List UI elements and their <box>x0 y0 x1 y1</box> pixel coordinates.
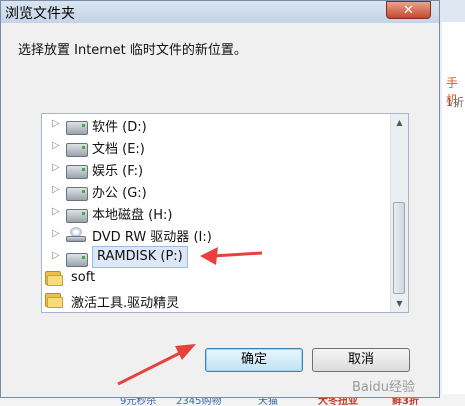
expand-arrow-icon[interactable]: ▷ <box>52 250 60 261</box>
background-text: 1折 <box>446 96 464 109</box>
tree-item-label: DVD RW 驱动器 (I:) <box>92 230 212 245</box>
tree-item-folder-tools[interactable]: 激活工具.驱动精灵 <box>42 290 392 312</box>
drive-icon <box>66 143 88 157</box>
tree-item-drive-f[interactable]: ▷ 娱乐 (F:) <box>42 158 392 180</box>
folder-icon <box>45 293 67 308</box>
scrollbar-thumb[interactable] <box>393 202 405 294</box>
title-bar[interactable]: 浏览文件夹 ✕ <box>1 1 439 23</box>
tree-item-label: 娱乐 (F:) <box>92 164 144 179</box>
dialog-description: 选择放置 Internet 临时文件的新位置。 <box>18 43 247 58</box>
tree-item-drive-i[interactable]: ▷ DVD RW 驱动器 (I:) <box>42 224 392 246</box>
drive-icon <box>66 165 88 179</box>
expand-arrow-icon[interactable]: ▷ <box>52 118 60 129</box>
tree-item-label: 激活工具.驱动精灵 <box>71 296 180 311</box>
close-button[interactable]: ✕ <box>386 1 431 19</box>
browse-folder-dialog: 浏览文件夹 ✕ 选择放置 Internet 临时文件的新位置。 ▷ 软件 (D:… <box>0 0 440 398</box>
vertical-scrollbar[interactable]: ▲ ▼ <box>390 114 408 312</box>
tree-item-label: 文档 (E:) <box>92 142 145 157</box>
tree-item-folder-soft[interactable]: soft <box>42 268 392 290</box>
dialog-title: 浏览文件夹 <box>5 6 75 22</box>
dvd-drive-icon <box>66 227 88 242</box>
drive-icon <box>66 253 88 267</box>
tree-item-drive-d[interactable]: ▷ 软件 (D:) <box>42 114 392 136</box>
tree-item-drive-g[interactable]: ▷ 办公 (G:) <box>42 180 392 202</box>
drive-icon <box>66 121 88 135</box>
watermark-logo: Baidu经验 <box>352 380 415 395</box>
background-side-panel: 手机 1折 <box>442 22 465 406</box>
tree-item-label: soft <box>71 270 96 285</box>
tree-item-label: RAMDISK (P:) <box>92 246 188 268</box>
expand-arrow-icon[interactable]: ▷ <box>52 206 60 217</box>
tree-item-drive-p[interactable]: ▷ RAMDISK (P:) <box>42 246 392 268</box>
scroll-up-icon[interactable]: ▲ <box>391 114 408 131</box>
expand-arrow-icon[interactable]: ▷ <box>52 228 60 239</box>
cancel-button[interactable]: 取消 <box>312 348 410 372</box>
expand-arrow-icon[interactable]: ▷ <box>52 162 60 173</box>
tree-item-drive-h[interactable]: ▷ 本地磁盘 (H:) <box>42 202 392 224</box>
expand-arrow-icon[interactable]: ▷ <box>52 184 60 195</box>
folder-tree[interactable]: ▷ 软件 (D:) ▷ 文档 (E:) ▷ 娱乐 (F:) ▷ 办公 (G:) … <box>41 113 409 313</box>
close-icon: ✕ <box>403 3 414 18</box>
drive-icon <box>66 187 88 201</box>
tree-item-label: 办公 (G:) <box>92 186 147 201</box>
tree-item-drive-e[interactable]: ▷ 文档 (E:) <box>42 136 392 158</box>
scroll-down-icon[interactable]: ▼ <box>391 295 408 312</box>
ok-button[interactable]: 确定 <box>205 348 303 372</box>
folder-icon <box>45 271 67 286</box>
tree-item-label: 软件 (D:) <box>92 120 147 135</box>
expand-arrow-icon[interactable]: ▷ <box>52 140 60 151</box>
tree-item-label: 本地磁盘 (H:) <box>92 208 173 223</box>
drive-icon <box>66 209 88 223</box>
